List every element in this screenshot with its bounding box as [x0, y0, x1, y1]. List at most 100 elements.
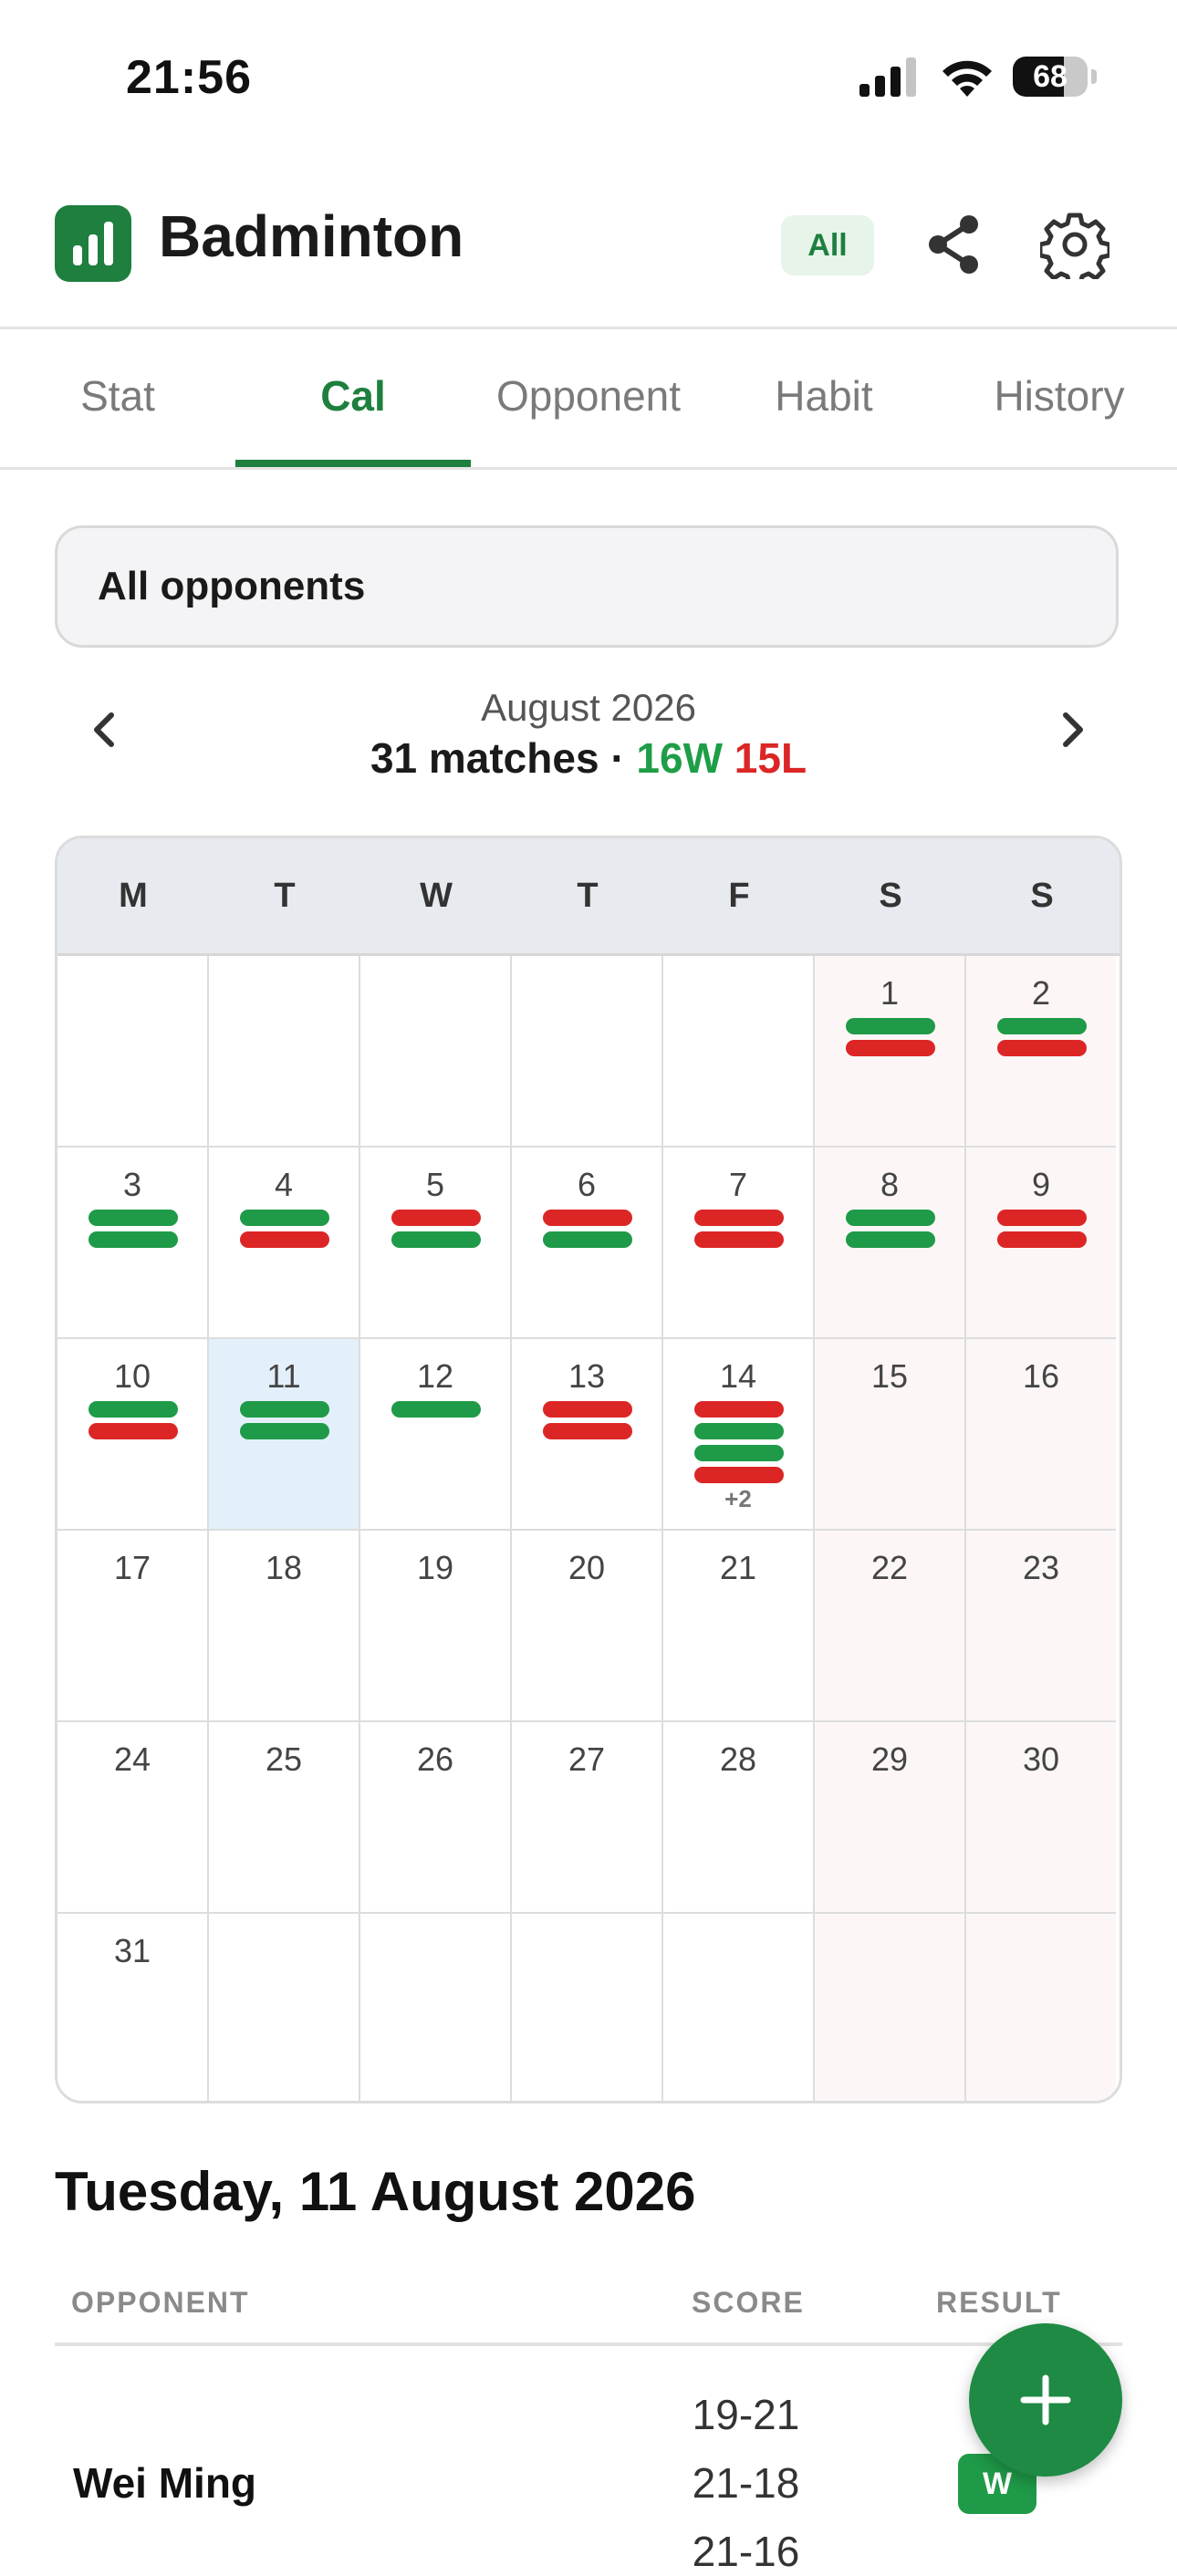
- loss-marker: [997, 1231, 1087, 1248]
- loss-marker: [89, 1423, 178, 1439]
- day-number: 10: [113, 1357, 151, 1395]
- all-filter-badge[interactable]: All: [781, 215, 874, 275]
- add-match-button[interactable]: [969, 2323, 1122, 2477]
- loss-marker: [694, 1401, 784, 1418]
- win-marker: [240, 1423, 329, 1439]
- month-summary: 31 matches · 16W 15L: [224, 733, 953, 783]
- calendar-day-20[interactable]: 20: [512, 1531, 663, 1722]
- battery-body: 68: [1013, 57, 1088, 97]
- calendar-empty-cell: [663, 1914, 815, 2101]
- calendar-day-7[interactable]: 7: [663, 1148, 815, 1339]
- win-marker: [543, 1231, 632, 1248]
- calendar-day-30[interactable]: 30: [966, 1722, 1116, 1914]
- day-number: 23: [1022, 1549, 1060, 1586]
- calendar-empty-cell: [512, 956, 663, 1148]
- tab-cal[interactable]: Cal: [235, 329, 471, 468]
- calendar-day-28[interactable]: 28: [663, 1722, 815, 1914]
- win-marker: [240, 1401, 329, 1418]
- calendar-day-25[interactable]: 25: [209, 1722, 360, 1914]
- day-number: 9: [1031, 1166, 1051, 1203]
- calendar-day-27[interactable]: 27: [512, 1722, 663, 1914]
- calendar-day-26[interactable]: 26: [360, 1722, 512, 1914]
- calendar-day-19[interactable]: 19: [360, 1531, 512, 1722]
- calendar-day-8[interactable]: 8: [815, 1148, 966, 1339]
- calendar-day-9[interactable]: 9: [966, 1148, 1116, 1339]
- result-column-header: RESULT: [936, 2286, 1062, 2319]
- calendar-day-21[interactable]: 21: [663, 1531, 815, 1722]
- gear-icon[interactable]: [1040, 210, 1109, 279]
- opponent-select[interactable]: All opponents: [55, 525, 1119, 648]
- tab-habit[interactable]: Habit: [706, 329, 942, 468]
- calendar-day-31[interactable]: 31: [57, 1914, 209, 2101]
- day-number: 29: [870, 1740, 909, 1778]
- active-tab-indicator: [235, 460, 471, 467]
- wifi-icon: [943, 60, 992, 97]
- calendar-day-22[interactable]: 22: [815, 1531, 966, 1722]
- loss-marker: [543, 1423, 632, 1439]
- calendar-day-17[interactable]: 17: [57, 1531, 209, 1722]
- weekday-label-thu: T: [577, 877, 599, 915]
- calendar-day-16[interactable]: 16: [966, 1339, 1116, 1531]
- loss-marker: [694, 1231, 784, 1248]
- calendar-day-18[interactable]: 18: [209, 1531, 360, 1722]
- win-marker: [89, 1231, 178, 1248]
- calendar-day-12[interactable]: 12: [360, 1339, 512, 1531]
- win-marker: [846, 1018, 935, 1034]
- tab-history[interactable]: History: [942, 329, 1177, 468]
- calendar-day-14[interactable]: 14 +2: [663, 1339, 815, 1531]
- weekday-header: MTWTFSS: [57, 838, 1120, 956]
- calendar-day-10[interactable]: 10: [57, 1339, 209, 1531]
- day-number: 18: [265, 1549, 303, 1586]
- day-number: 6: [577, 1166, 597, 1203]
- win-marker: [846, 1210, 935, 1226]
- calendar-empty-cell: [360, 1914, 512, 2101]
- day-number: 26: [416, 1740, 454, 1778]
- score-column-header: SCORE: [692, 2286, 805, 2319]
- battery-indicator: 68: [1013, 57, 1097, 97]
- battery-nub: [1091, 69, 1097, 84]
- calendar-day-13[interactable]: 13: [512, 1339, 663, 1531]
- chevron-right-icon[interactable]: [1044, 701, 1102, 759]
- tab-bar: Stat Cal Opponent Habit History: [0, 329, 1177, 468]
- calendar-day-23[interactable]: 23: [966, 1531, 1116, 1722]
- calendar-day-5[interactable]: 5: [360, 1148, 512, 1339]
- calendar-day-24[interactable]: 24: [57, 1722, 209, 1914]
- loss-marker: [997, 1210, 1087, 1226]
- day-number: 22: [870, 1549, 909, 1586]
- calendar-empty-cell: [512, 1914, 663, 2101]
- opponent-name: Wei Ming: [73, 2459, 257, 2507]
- tab-stat[interactable]: Stat: [0, 329, 235, 468]
- opponent-select-value: All opponents: [98, 564, 366, 608]
- calendar-day-1[interactable]: 1: [815, 956, 966, 1148]
- weekday-label-mon: M: [119, 877, 148, 915]
- day-number: 24: [113, 1740, 151, 1778]
- weekday-label-sun: S: [1030, 877, 1054, 915]
- calendar-day-4[interactable]: 4: [209, 1148, 360, 1339]
- win-count: 16W: [636, 734, 724, 782]
- win-marker: [997, 1018, 1087, 1034]
- calendar-day-3[interactable]: 3: [57, 1148, 209, 1339]
- win-marker: [240, 1210, 329, 1226]
- calendar-day-11[interactable]: 11: [209, 1339, 360, 1531]
- day-number: 8: [880, 1166, 900, 1203]
- calendar-empty-cell: [815, 1914, 966, 2101]
- weekday-label-tue: T: [274, 877, 296, 915]
- calendar-day-15[interactable]: 15: [815, 1339, 966, 1531]
- game-score: 21-16: [692, 2528, 800, 2575]
- tab-opponent[interactable]: Opponent: [471, 329, 706, 468]
- app-title: Badminton: [159, 203, 464, 269]
- day-number: 7: [728, 1166, 748, 1203]
- status-bar: 21:56 68: [0, 0, 1177, 155]
- share-icon[interactable]: [923, 212, 984, 277]
- day-number: 20: [568, 1549, 606, 1586]
- calendar-empty-cell: [209, 1914, 360, 2101]
- calendar-day-2[interactable]: 2: [966, 956, 1116, 1148]
- loss-marker: [391, 1210, 481, 1226]
- tabs-divider: [0, 467, 1177, 470]
- day-number: 19: [416, 1549, 454, 1586]
- calendar-day-6[interactable]: 6: [512, 1148, 663, 1339]
- weekday-label-sat: S: [879, 877, 902, 915]
- calendar-day-29[interactable]: 29: [815, 1722, 966, 1914]
- win-marker: [89, 1210, 178, 1226]
- chevron-left-icon[interactable]: [75, 701, 133, 759]
